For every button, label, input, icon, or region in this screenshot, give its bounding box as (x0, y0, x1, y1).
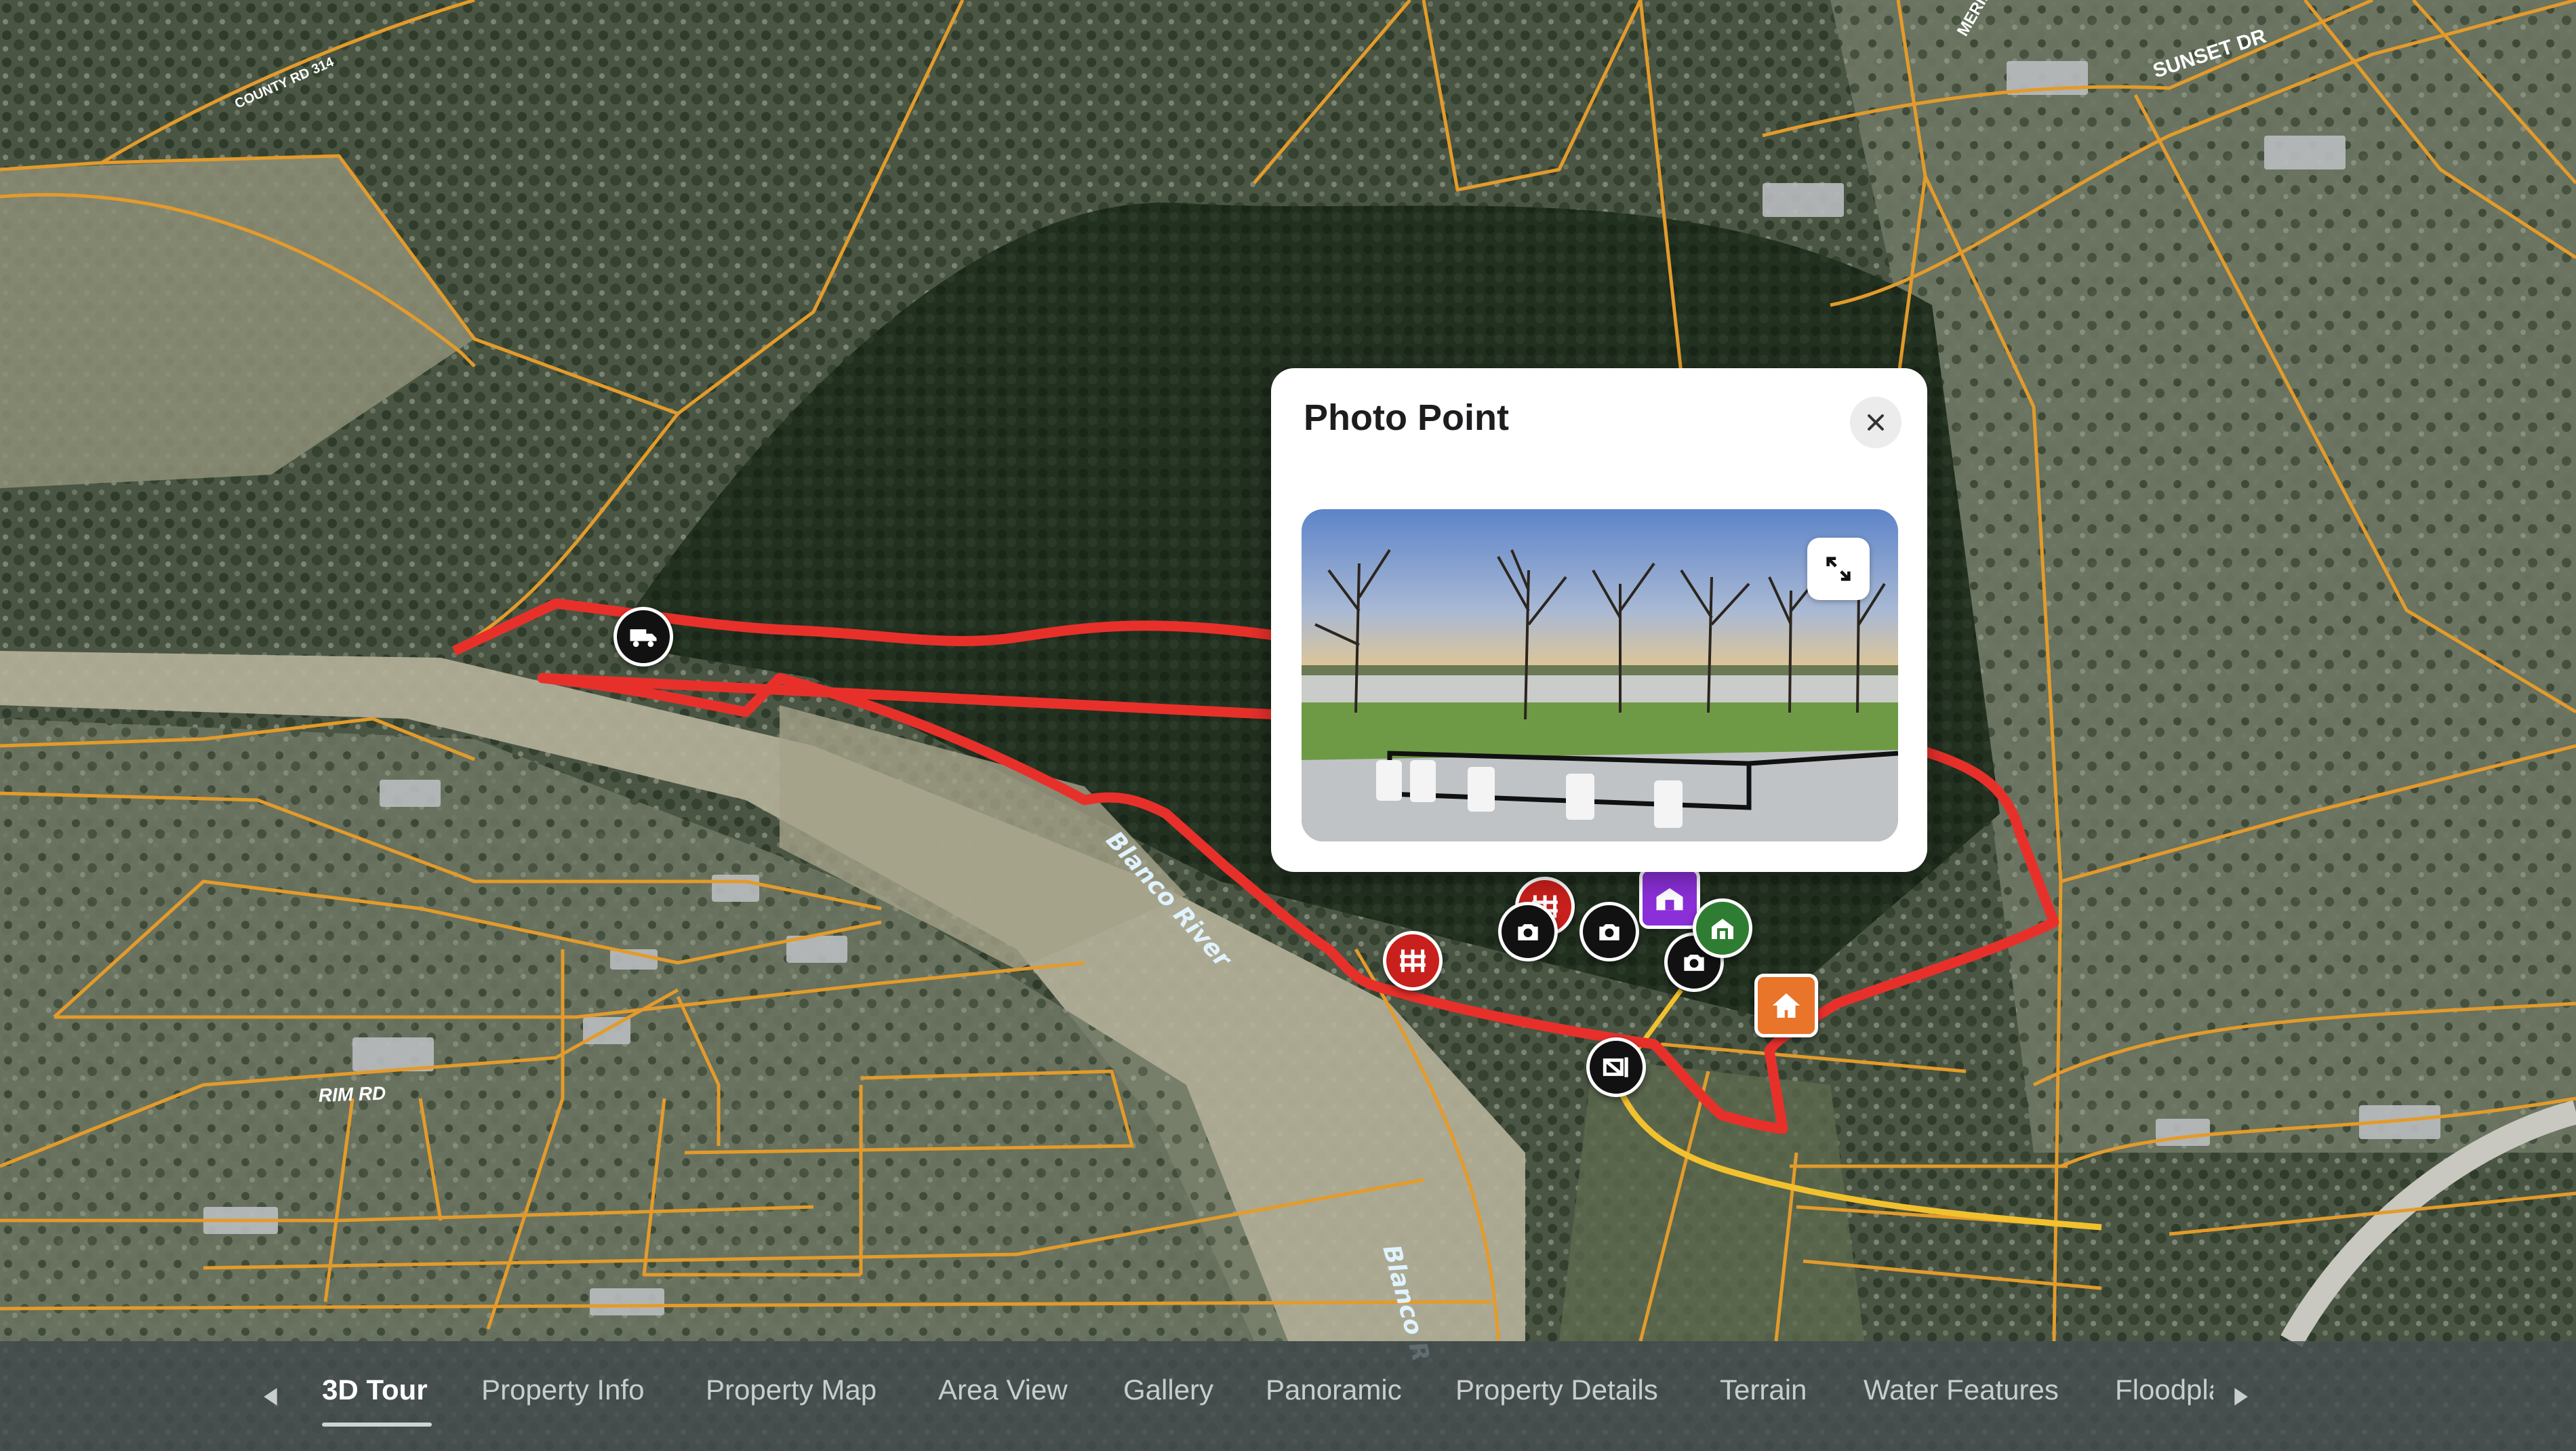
tab-property-details[interactable]: Property Details (1455, 1374, 1658, 1406)
tab-area-view[interactable]: Area View (938, 1374, 1068, 1406)
tab-3d-tour[interactable]: 3D Tour (322, 1374, 428, 1406)
gate-icon (1603, 1057, 1628, 1077)
tab-list: 3D Tour Property Info Property Map Area … (322, 1341, 2213, 1451)
vehicle-access-marker[interactable] (613, 607, 673, 667)
expand-icon (1826, 557, 1851, 581)
close-icon (1868, 414, 1884, 431)
home-marker[interactable] (1754, 974, 1818, 1037)
tab-gallery[interactable]: Gallery (1123, 1374, 1213, 1406)
chevron-right-icon (2234, 1388, 2248, 1406)
camera-icon (1518, 924, 1538, 940)
tab-floodplain[interactable]: Floodplain (2115, 1374, 2213, 1406)
barn-marker[interactable] (1693, 898, 1752, 958)
tab-terrain[interactable]: Terrain (1720, 1374, 1807, 1406)
close-button[interactable] (1850, 397, 1901, 448)
truck-icon (630, 629, 657, 648)
barn-icon (1656, 888, 1683, 911)
chevron-left-icon (264, 1388, 277, 1406)
tab-water-features[interactable]: Water Features (1864, 1374, 2059, 1406)
photo-image[interactable] (1302, 509, 1898, 841)
tab-panoramic[interactable]: Panoramic (1266, 1374, 1402, 1406)
photo-point-marker[interactable] (1498, 902, 1558, 961)
photo-point-marker[interactable] (1579, 902, 1639, 961)
active-tab-indicator (322, 1423, 432, 1427)
popup-title: Photo Point (1304, 397, 1509, 438)
photo-point-popup: Photo Point (1271, 368, 1927, 872)
fence-marker[interactable] (1383, 931, 1443, 991)
building-marker[interactable] (1639, 868, 1700, 929)
tab-scroll-left[interactable] (258, 1383, 285, 1410)
gate-marker[interactable] (1586, 1037, 1646, 1097)
road-label-rim-rd: RIM RD (318, 1083, 386, 1106)
fence-icon (1400, 949, 1426, 972)
tab-property-info[interactable]: Property Info (481, 1374, 644, 1406)
expand-button[interactable] (1807, 538, 1870, 600)
camera-icon (1599, 924, 1619, 940)
tab-property-map[interactable]: Property Map (706, 1374, 877, 1406)
home-icon (1772, 993, 1800, 1018)
tab-scroll-right[interactable] (2227, 1383, 2254, 1410)
barn-icon (1712, 919, 1733, 939)
